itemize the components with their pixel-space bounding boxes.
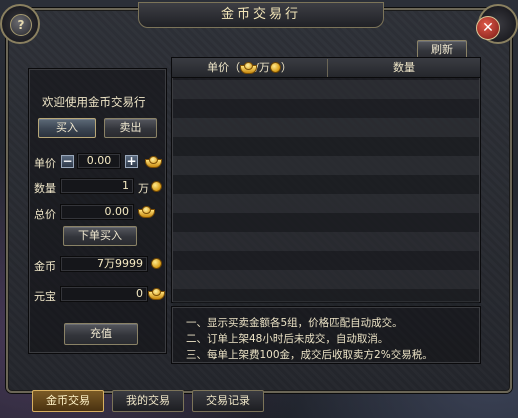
gold-balance: 7万9999 [60,256,148,272]
table-row[interactable] [173,194,479,213]
price-decrease-button[interactable]: − [61,155,74,168]
yuanbao-balance: 0 [60,286,148,302]
yuanbao-label: 元宝 [34,290,56,303]
table-row[interactable] [173,80,479,99]
column-header-quantity: 数量 [393,61,415,74]
table-row[interactable] [173,137,479,156]
column-header-price-prefix: 单价（ [207,61,241,74]
help-button[interactable]: ? [10,14,32,36]
table-row[interactable] [173,175,479,194]
total-label: 总价 [34,208,56,221]
gold-label: 金币 [34,260,56,273]
gold-ingot-icon [240,62,258,74]
recharge-button[interactable]: 充值 [64,323,138,345]
buy-tab-button[interactable]: 买入 [38,118,96,138]
price-input[interactable]: 0.00 [77,153,121,169]
table-header: 单价（ /万 ） 数量 [172,58,480,78]
welcome-text: 欢迎使用金币交易行 [42,95,146,109]
table-row[interactable] [173,251,479,270]
column-header-price-suffix: ） [280,61,292,74]
table-row[interactable] [173,118,479,137]
price-increase-button[interactable]: + [125,155,138,168]
quantity-input[interactable]: 1 [60,178,134,194]
quantity-label: 数量 [34,182,56,195]
gold-coin-icon [269,62,281,73]
price-label: 单价 [34,157,56,170]
total-value: 0.00 [60,204,134,220]
place-buy-order-button[interactable]: 下单买入 [63,226,137,246]
table-row[interactable] [173,156,479,175]
gold-ingot-icon [145,156,162,168]
close-button[interactable]: ✕ [476,16,500,40]
tab-gold-trade[interactable]: 金币交易 [32,390,104,412]
column-header-price: 单价（ /万 ） [172,58,327,78]
table-row[interactable] [173,270,479,289]
table-row[interactable] [173,232,479,251]
gold-coin-icon [151,181,162,192]
table-row[interactable] [173,99,479,118]
table-row[interactable] [173,213,479,232]
quantity-unit: 万 [138,182,149,195]
notice-line-2: 二、订单上架48小时后未成交，自动取消。 [186,333,389,345]
notice-line-3: 三、每单上架费100金，成交后收取卖方2%交易税。 [186,349,433,361]
sell-tab-button[interactable]: 卖出 [104,118,157,138]
tab-my-trades[interactable]: 我的交易 [112,390,184,412]
notice-line-1: 一、显示买卖金额各5组，价格匹配自动成交。 [186,317,403,329]
gold-coin-icon [151,258,162,269]
column-header-price-unit: /万 [255,61,270,74]
gold-ingot-icon [148,288,165,300]
gold-ingot-icon [138,206,155,218]
tab-trade-history[interactable]: 交易记录 [192,390,264,412]
window-title: 金币交易行 [138,2,384,28]
